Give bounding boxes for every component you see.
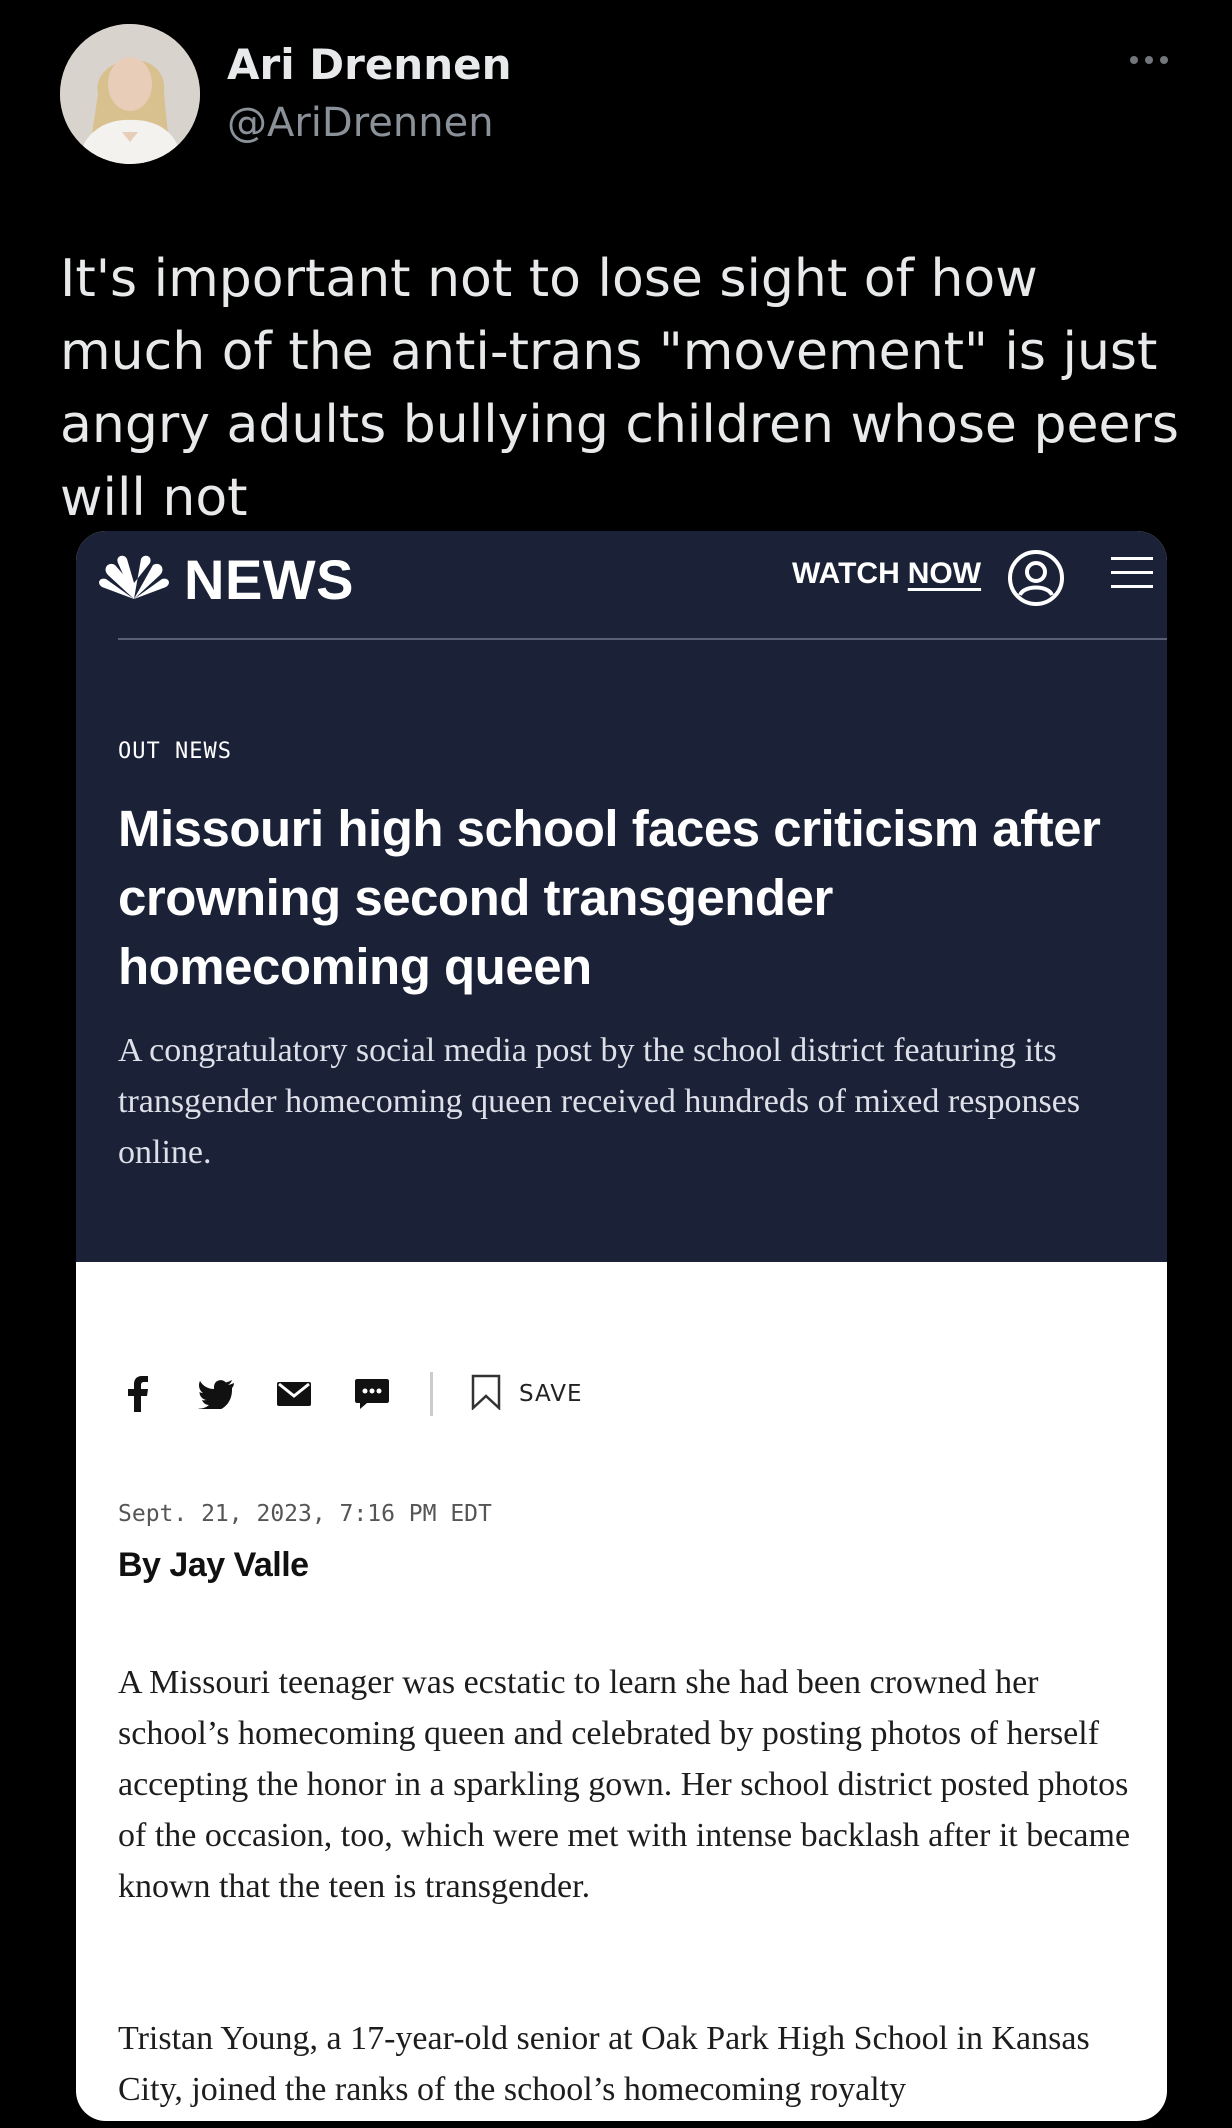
share-divider	[430, 1372, 433, 1416]
header-divider	[118, 638, 1167, 640]
watch-label: WATCH	[792, 557, 900, 590]
headline: Missouri high school faces criticism aft…	[118, 800, 1101, 995]
dek: A congratulatory social media post by th…	[118, 1032, 1081, 1171]
more-icon[interactable]	[1130, 48, 1180, 72]
twitter-icon[interactable]	[196, 1374, 236, 1414]
section-label[interactable]: OUT NEWS	[118, 739, 232, 764]
brand-name: NEWS	[184, 548, 354, 611]
article-paragraph: A Missouri teenager was ecstatic to lear…	[118, 1664, 1131, 1905]
bookmark-icon	[471, 1374, 501, 1414]
article-paragraph: Tristan Young, a 17-year-old senior at O…	[118, 2020, 1090, 2108]
peacock-logo-icon	[98, 553, 170, 607]
menu-icon[interactable]	[1111, 553, 1153, 597]
watch-now-label: NOW	[907, 557, 982, 590]
email-icon[interactable]	[274, 1374, 314, 1414]
tweet-text: It's important not to lose sight of how …	[60, 249, 1179, 528]
publish-date: Sept. 21, 2023, 7:16 PM EDT	[118, 1501, 492, 1527]
nbc-news-logo[interactable]: NEWS	[98, 547, 354, 612]
facebook-icon[interactable]	[118, 1374, 158, 1414]
share-bar: SAVE	[118, 1369, 583, 1419]
display-name[interactable]: Ari Drennen	[227, 40, 511, 89]
save-label: SAVE	[519, 1381, 583, 1407]
avatar[interactable]	[60, 24, 200, 164]
article-image[interactable]: NEWS WATCH NOW OUT NEWS Missouri high sch…	[76, 531, 1167, 2121]
sms-icon[interactable]	[352, 1374, 392, 1414]
article-header: NEWS WATCH NOW OUT NEWS Missouri high sch…	[76, 531, 1167, 1262]
user-icon[interactable]	[1007, 549, 1065, 611]
watch-now-link[interactable]: WATCH NOW	[792, 557, 981, 591]
save-button[interactable]: SAVE	[471, 1374, 583, 1414]
byline[interactable]: By Jay Valle	[118, 1546, 309, 1585]
handle[interactable]: @AriDrennen	[227, 100, 494, 146]
